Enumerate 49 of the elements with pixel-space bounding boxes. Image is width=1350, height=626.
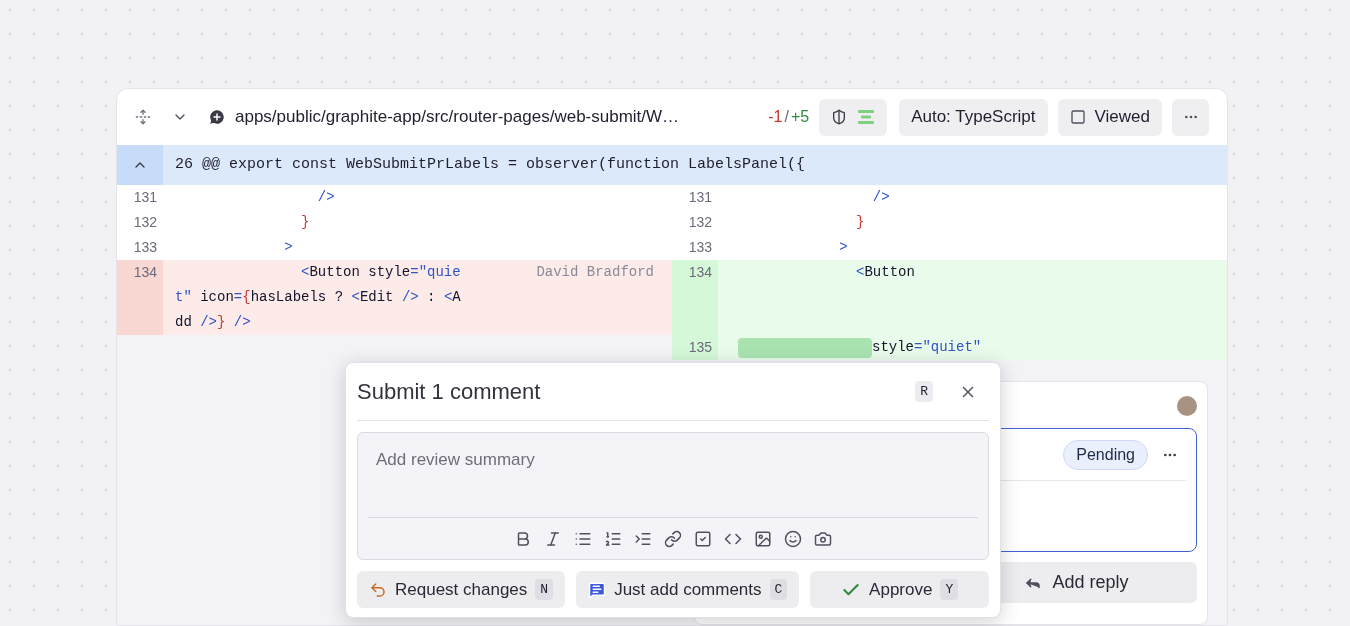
addition-count: +5: [790, 107, 810, 127]
review-action-button[interactable]: Just add comments C: [576, 571, 800, 608]
code-line: >: [838, 238, 848, 257]
status-badge: Pending: [1063, 439, 1148, 470]
language-button[interactable]: Auto: TypeScript: [899, 98, 1048, 136]
count-separator: /: [784, 107, 789, 127]
comment-icon: [588, 580, 607, 599]
code-line: />: [871, 188, 890, 207]
camera-icon[interactable]: [814, 529, 832, 548]
unfold-icon[interactable]: [135, 109, 151, 125]
summary-editor[interactable]: Add review summary: [357, 432, 989, 560]
image-icon[interactable]: [754, 529, 772, 548]
shortcut-key: Y: [940, 578, 959, 601]
dialog-title: Submit 1 comment: [357, 378, 541, 406]
avatar: [1177, 396, 1197, 416]
line-number: 134: [672, 260, 718, 335]
hunk-text: 26 @@ export const WebSubmitPrLabels = observer(function LabelsPanel({: [175, 154, 806, 175]
shortcut-key: R: [915, 380, 933, 403]
code-line: }: [855, 213, 865, 232]
coverage-button[interactable]: [819, 98, 888, 136]
checkbox-icon: [1069, 109, 1086, 125]
code-line: dd />} />: [175, 313, 251, 332]
review-action-button[interactable]: Approve Y: [810, 571, 989, 608]
smiley-icon[interactable]: [784, 529, 802, 548]
blame-author: David Bradford: [536, 263, 654, 282]
code-line: <Button: [855, 263, 915, 282]
italic-icon[interactable]: [544, 529, 562, 548]
shield-icon: [831, 109, 848, 125]
deletion-count: -1: [768, 107, 783, 127]
comment-plus-icon[interactable]: [208, 108, 226, 126]
shortcut-key: N: [535, 578, 554, 601]
viewed-button[interactable]: Viewed: [1057, 98, 1162, 136]
code-line: >: [283, 238, 293, 257]
link-icon[interactable]: [664, 529, 682, 548]
stacked-bars-icon: [857, 109, 876, 125]
code-line: <Button style="quie: [300, 263, 461, 282]
review-action-button[interactable]: Request changes N: [357, 571, 566, 608]
code-line: style="quiet": [872, 338, 982, 357]
shortcut-key: C: [769, 578, 788, 601]
file-path: apps/public/graphite-app/src/router-pages/web-submit/W…: [235, 106, 680, 129]
numbered-list-icon[interactable]: [604, 529, 622, 548]
summary-field[interactable]: Add review summary: [368, 433, 978, 518]
code-line: }: [300, 213, 310, 232]
line-number: 134: [117, 260, 163, 335]
checkbox-icon[interactable]: [694, 529, 712, 548]
code-line: t" icon={hasLabels ? <Edit /> : <A: [175, 288, 461, 307]
undo-arrow-icon: [369, 580, 387, 599]
line-number: 135: [672, 335, 718, 360]
code-line: />: [316, 188, 335, 207]
